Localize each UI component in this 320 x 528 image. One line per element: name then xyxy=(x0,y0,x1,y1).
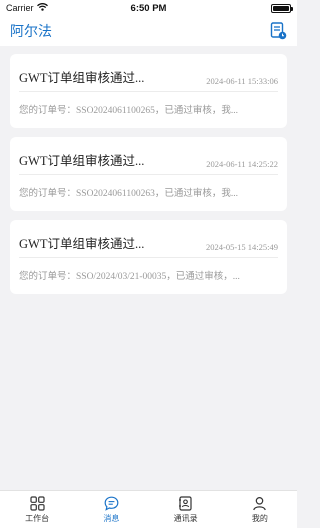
page-title: 阿尔法 xyxy=(10,23,52,39)
tab-messages[interactable]: 消息 xyxy=(74,491,148,528)
message-preview: 您的订单号：SSO2024061100263，已通过审核，我... xyxy=(19,189,238,199)
contacts-book-icon xyxy=(178,495,194,511)
message-list: GWT订单组审核通过... 2024-06-11 15:33:06 您的订单号：… xyxy=(0,46,297,490)
chat-bubble-icon xyxy=(103,495,119,511)
tab-label: 消息 xyxy=(103,514,120,523)
message-card-header: GWT订单组审核通过... 2024-06-11 15:33:06 xyxy=(19,54,278,92)
message-card-header: GWT订单组审核通过... 2024-06-11 14:25:22 xyxy=(19,137,278,175)
message-preview: 您的订单号：SSO/2024/03/21-00035，已通过审核，... xyxy=(19,272,240,282)
tab-profile[interactable]: 我的 xyxy=(223,491,297,528)
tab-label: 我的 xyxy=(251,514,268,523)
message-title: GWT订单组审核通过... xyxy=(19,71,145,85)
message-title: GWT订单组审核通过... xyxy=(19,237,145,251)
tab-bar: 工作台 消息 通讯录 我的 xyxy=(0,490,297,528)
message-card[interactable]: GWT订单组审核通过... 2024-06-11 14:25:22 您的订单号：… xyxy=(10,137,287,211)
tab-workbench[interactable]: 工作台 xyxy=(0,491,74,528)
status-bar: Carrier 6:50 PM xyxy=(0,0,297,16)
message-preview: 您的订单号：SSO2024061100265，已通过审核，我... xyxy=(19,106,238,116)
person-icon xyxy=(252,495,268,511)
message-title: GWT订单组审核通过... xyxy=(19,154,145,168)
message-time: 2024-05-15 14:25:49 xyxy=(205,242,278,252)
document-clock-icon[interactable] xyxy=(269,22,287,40)
message-card[interactable]: GWT订单组审核通过... 2024-05-15 14:25:49 您的订单号：… xyxy=(10,220,287,294)
message-card-header: GWT订单组审核通过... 2024-05-15 14:25:49 xyxy=(19,220,278,258)
grid-icon xyxy=(29,495,45,511)
message-time: 2024-06-11 15:33:06 xyxy=(206,76,278,86)
status-time: 6:50 PM xyxy=(130,2,167,14)
battery-icon xyxy=(271,3,293,13)
tab-label: 工作台 xyxy=(25,514,50,523)
tab-contacts[interactable]: 通讯录 xyxy=(149,491,223,528)
battery-fill xyxy=(273,5,289,11)
message-time: 2024-06-11 14:25:22 xyxy=(206,159,278,169)
tab-label: 通讯录 xyxy=(173,514,198,523)
message-card[interactable]: GWT订单组审核通过... 2024-06-11 15:33:06 您的订单号：… xyxy=(10,54,287,128)
app-header: 阿尔法 xyxy=(0,16,297,46)
